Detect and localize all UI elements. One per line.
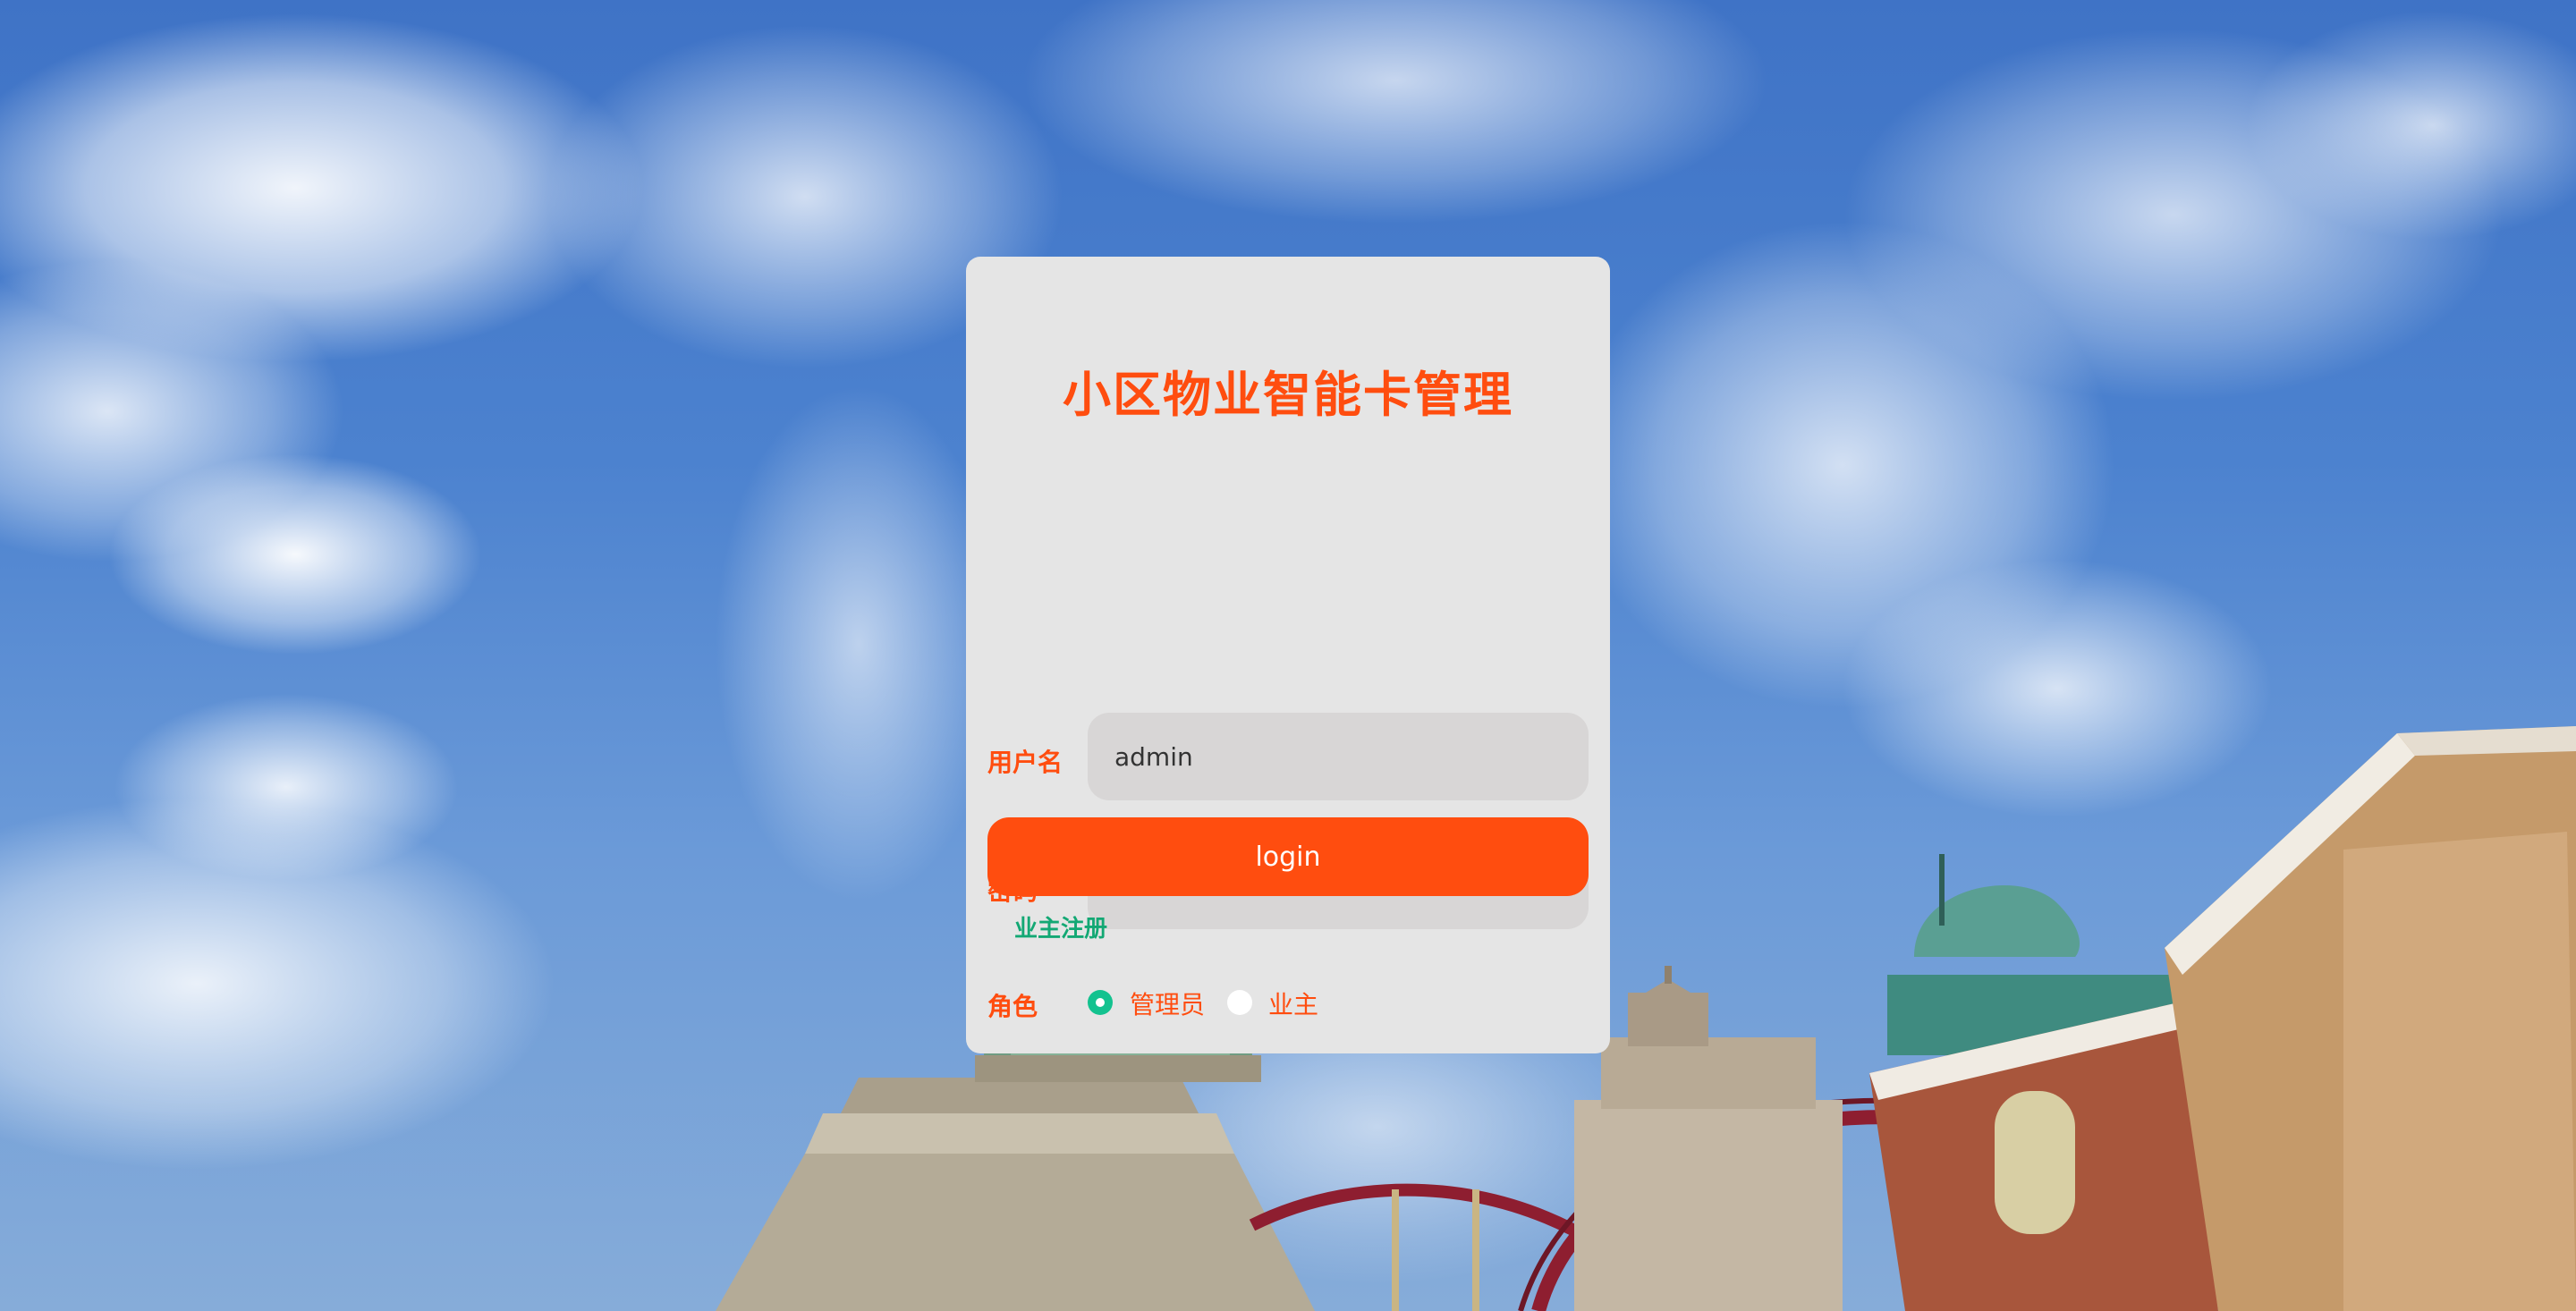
login-card: 小区物业智能卡管理 用户名 密码 角色 管理员 业主 login 业主注册 <box>966 257 1610 1053</box>
role-label: 角色 <box>987 992 1038 1021</box>
tower-building <box>1574 966 1843 1311</box>
role-admin-radio[interactable] <box>1088 990 1113 1015</box>
username-label: 用户名 <box>987 748 1063 777</box>
role-owner-radio[interactable] <box>1227 990 1252 1015</box>
login-button[interactable]: login <box>987 817 1589 896</box>
page-title: 小区物业智能卡管理 <box>1063 367 1513 423</box>
role-owner-label[interactable]: 业主 <box>1268 985 1318 1021</box>
owner-register-link[interactable]: 业主注册 <box>1014 910 1107 943</box>
tan-building <box>2165 726 2576 1311</box>
username-input[interactable] <box>1088 713 1589 800</box>
role-admin-label[interactable]: 管理员 <box>1130 985 1205 1021</box>
